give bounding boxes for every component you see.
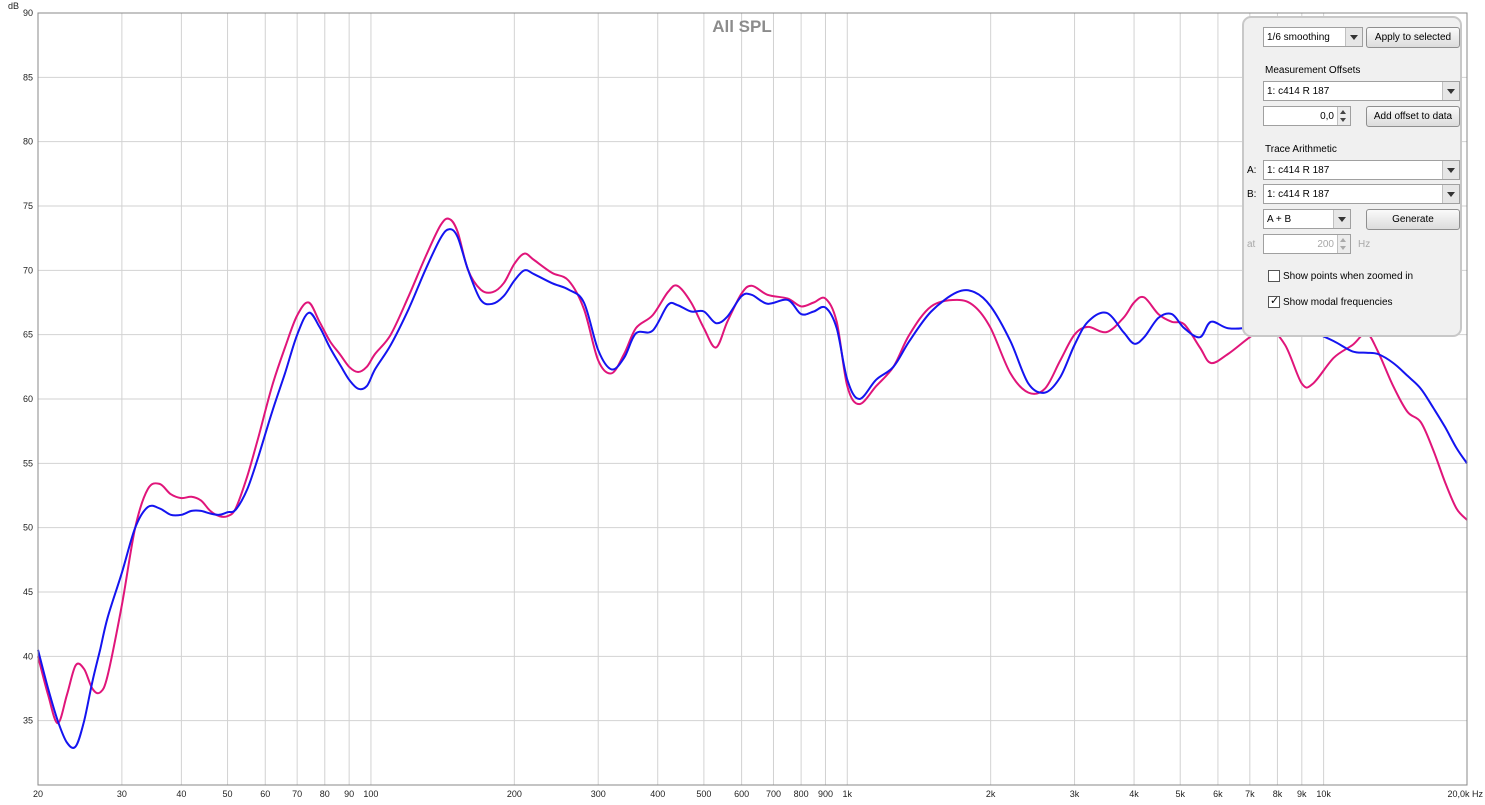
- y-tick-label: 45: [23, 587, 33, 597]
- x-tick-label: 50: [223, 789, 233, 799]
- checkmark-icon: ✓: [1270, 295, 1280, 307]
- x-tick-label: 800: [794, 789, 809, 799]
- x-tick-label: 1k: [843, 789, 853, 799]
- chevron-down-icon: [1442, 185, 1459, 203]
- x-tick-label: 700: [766, 789, 781, 799]
- show-points-label: Show points when zoomed in: [1283, 271, 1414, 282]
- smoothing-value: 1/6 smoothing: [1267, 32, 1330, 43]
- offset-measurement-value: 1: c414 R 187: [1267, 86, 1330, 97]
- x-tick-label: 70: [292, 789, 302, 799]
- at-frequency-spinner[interactable]: 200: [1263, 234, 1351, 254]
- chevron-down-icon: [1345, 28, 1362, 46]
- y-tick-label: 60: [23, 394, 33, 404]
- spinner-arrows-icon[interactable]: [1337, 235, 1350, 253]
- y-tick-label: 75: [23, 201, 33, 211]
- y-tick-label: 70: [23, 265, 33, 275]
- trace-arithmetic-heading: Trace Arithmetic: [1265, 144, 1337, 155]
- y-tick-label: 55: [23, 458, 33, 468]
- chevron-down-icon: [1442, 82, 1459, 100]
- show-modal-checkbox[interactable]: ✓: [1268, 295, 1280, 308]
- x-tick-label: 9k: [1297, 789, 1307, 799]
- offset-measurement-select[interactable]: 1: c414 R 187: [1263, 81, 1460, 101]
- trace-b-label: B:: [1247, 189, 1257, 200]
- x-tick-label: 30: [117, 789, 127, 799]
- x-tick-label: 900: [818, 789, 833, 799]
- offset-value-spinner[interactable]: 0,0: [1263, 106, 1351, 126]
- at-frequency-value: 200: [1317, 239, 1334, 250]
- trace-b-select[interactable]: 1: c414 R 187: [1263, 184, 1460, 204]
- y-tick-label: 65: [23, 330, 33, 340]
- generate-button[interactable]: Generate: [1366, 209, 1460, 230]
- operation-value: A + B: [1267, 214, 1292, 225]
- y-tick-label: 85: [23, 72, 33, 82]
- x-tick-label: 2k: [986, 789, 996, 799]
- at-unit-label: Hz: [1358, 239, 1371, 250]
- chevron-down-icon: [1333, 210, 1350, 228]
- y-axis-unit-label: dB: [8, 1, 19, 11]
- offset-value: 0,0: [1320, 111, 1334, 122]
- x-tick-label: 90: [344, 789, 354, 799]
- x-tick-label: 600: [734, 789, 749, 799]
- x-tick-label: 7k: [1245, 789, 1255, 799]
- trace-a-value: 1: c414 R 187: [1267, 165, 1330, 176]
- y-tick-label: 90: [23, 8, 33, 18]
- x-tick-label: 40: [176, 789, 186, 799]
- chart-title: All SPL: [712, 17, 772, 36]
- trace-a-label: A:: [1247, 165, 1257, 176]
- apply-to-selected-button[interactable]: Apply to selected: [1366, 27, 1460, 48]
- x-tick-label: 8k: [1273, 789, 1283, 799]
- y-tick-label: 50: [23, 523, 33, 533]
- x-tick-label: 300: [591, 789, 606, 799]
- x-tick-label: 500: [696, 789, 711, 799]
- show-modal-label: Show modal frequencies: [1283, 297, 1393, 308]
- trace-b-value: 1: c414 R 187: [1267, 189, 1330, 200]
- spinner-arrows-icon[interactable]: [1337, 107, 1350, 125]
- show-points-checkbox[interactable]: [1268, 270, 1280, 282]
- x-tick-label: 400: [650, 789, 665, 799]
- trace-a-select[interactable]: 1: c414 R 187: [1263, 160, 1460, 180]
- control-panel: 1/6 smoothing Apply to selected Measurem…: [1242, 16, 1462, 337]
- operation-select[interactable]: A + B: [1263, 209, 1351, 229]
- x-tick-label: 6k: [1213, 789, 1223, 799]
- x-tick-label: 200: [507, 789, 522, 799]
- x-tick-label: 4k: [1129, 789, 1139, 799]
- x-tick-label: 100: [363, 789, 378, 799]
- measurement-offsets-heading: Measurement Offsets: [1265, 65, 1361, 76]
- x-tick-label: 20: [33, 789, 43, 799]
- chevron-down-icon: [1442, 161, 1459, 179]
- y-tick-label: 40: [23, 651, 33, 661]
- y-tick-label: 80: [23, 137, 33, 147]
- smoothing-select[interactable]: 1/6 smoothing: [1263, 27, 1363, 47]
- x-tick-label: 80: [320, 789, 330, 799]
- x-tick-label: 3k: [1070, 789, 1080, 799]
- add-offset-button[interactable]: Add offset to data: [1366, 106, 1460, 127]
- at-label: at: [1247, 239, 1256, 250]
- y-tick-label: 35: [23, 716, 33, 726]
- x-tick-label: 10k: [1316, 789, 1331, 799]
- x-tick-label: 60: [260, 789, 270, 799]
- x-tick-label: 5k: [1175, 789, 1185, 799]
- x-tick-label: 20,0k Hz: [1447, 789, 1483, 799]
